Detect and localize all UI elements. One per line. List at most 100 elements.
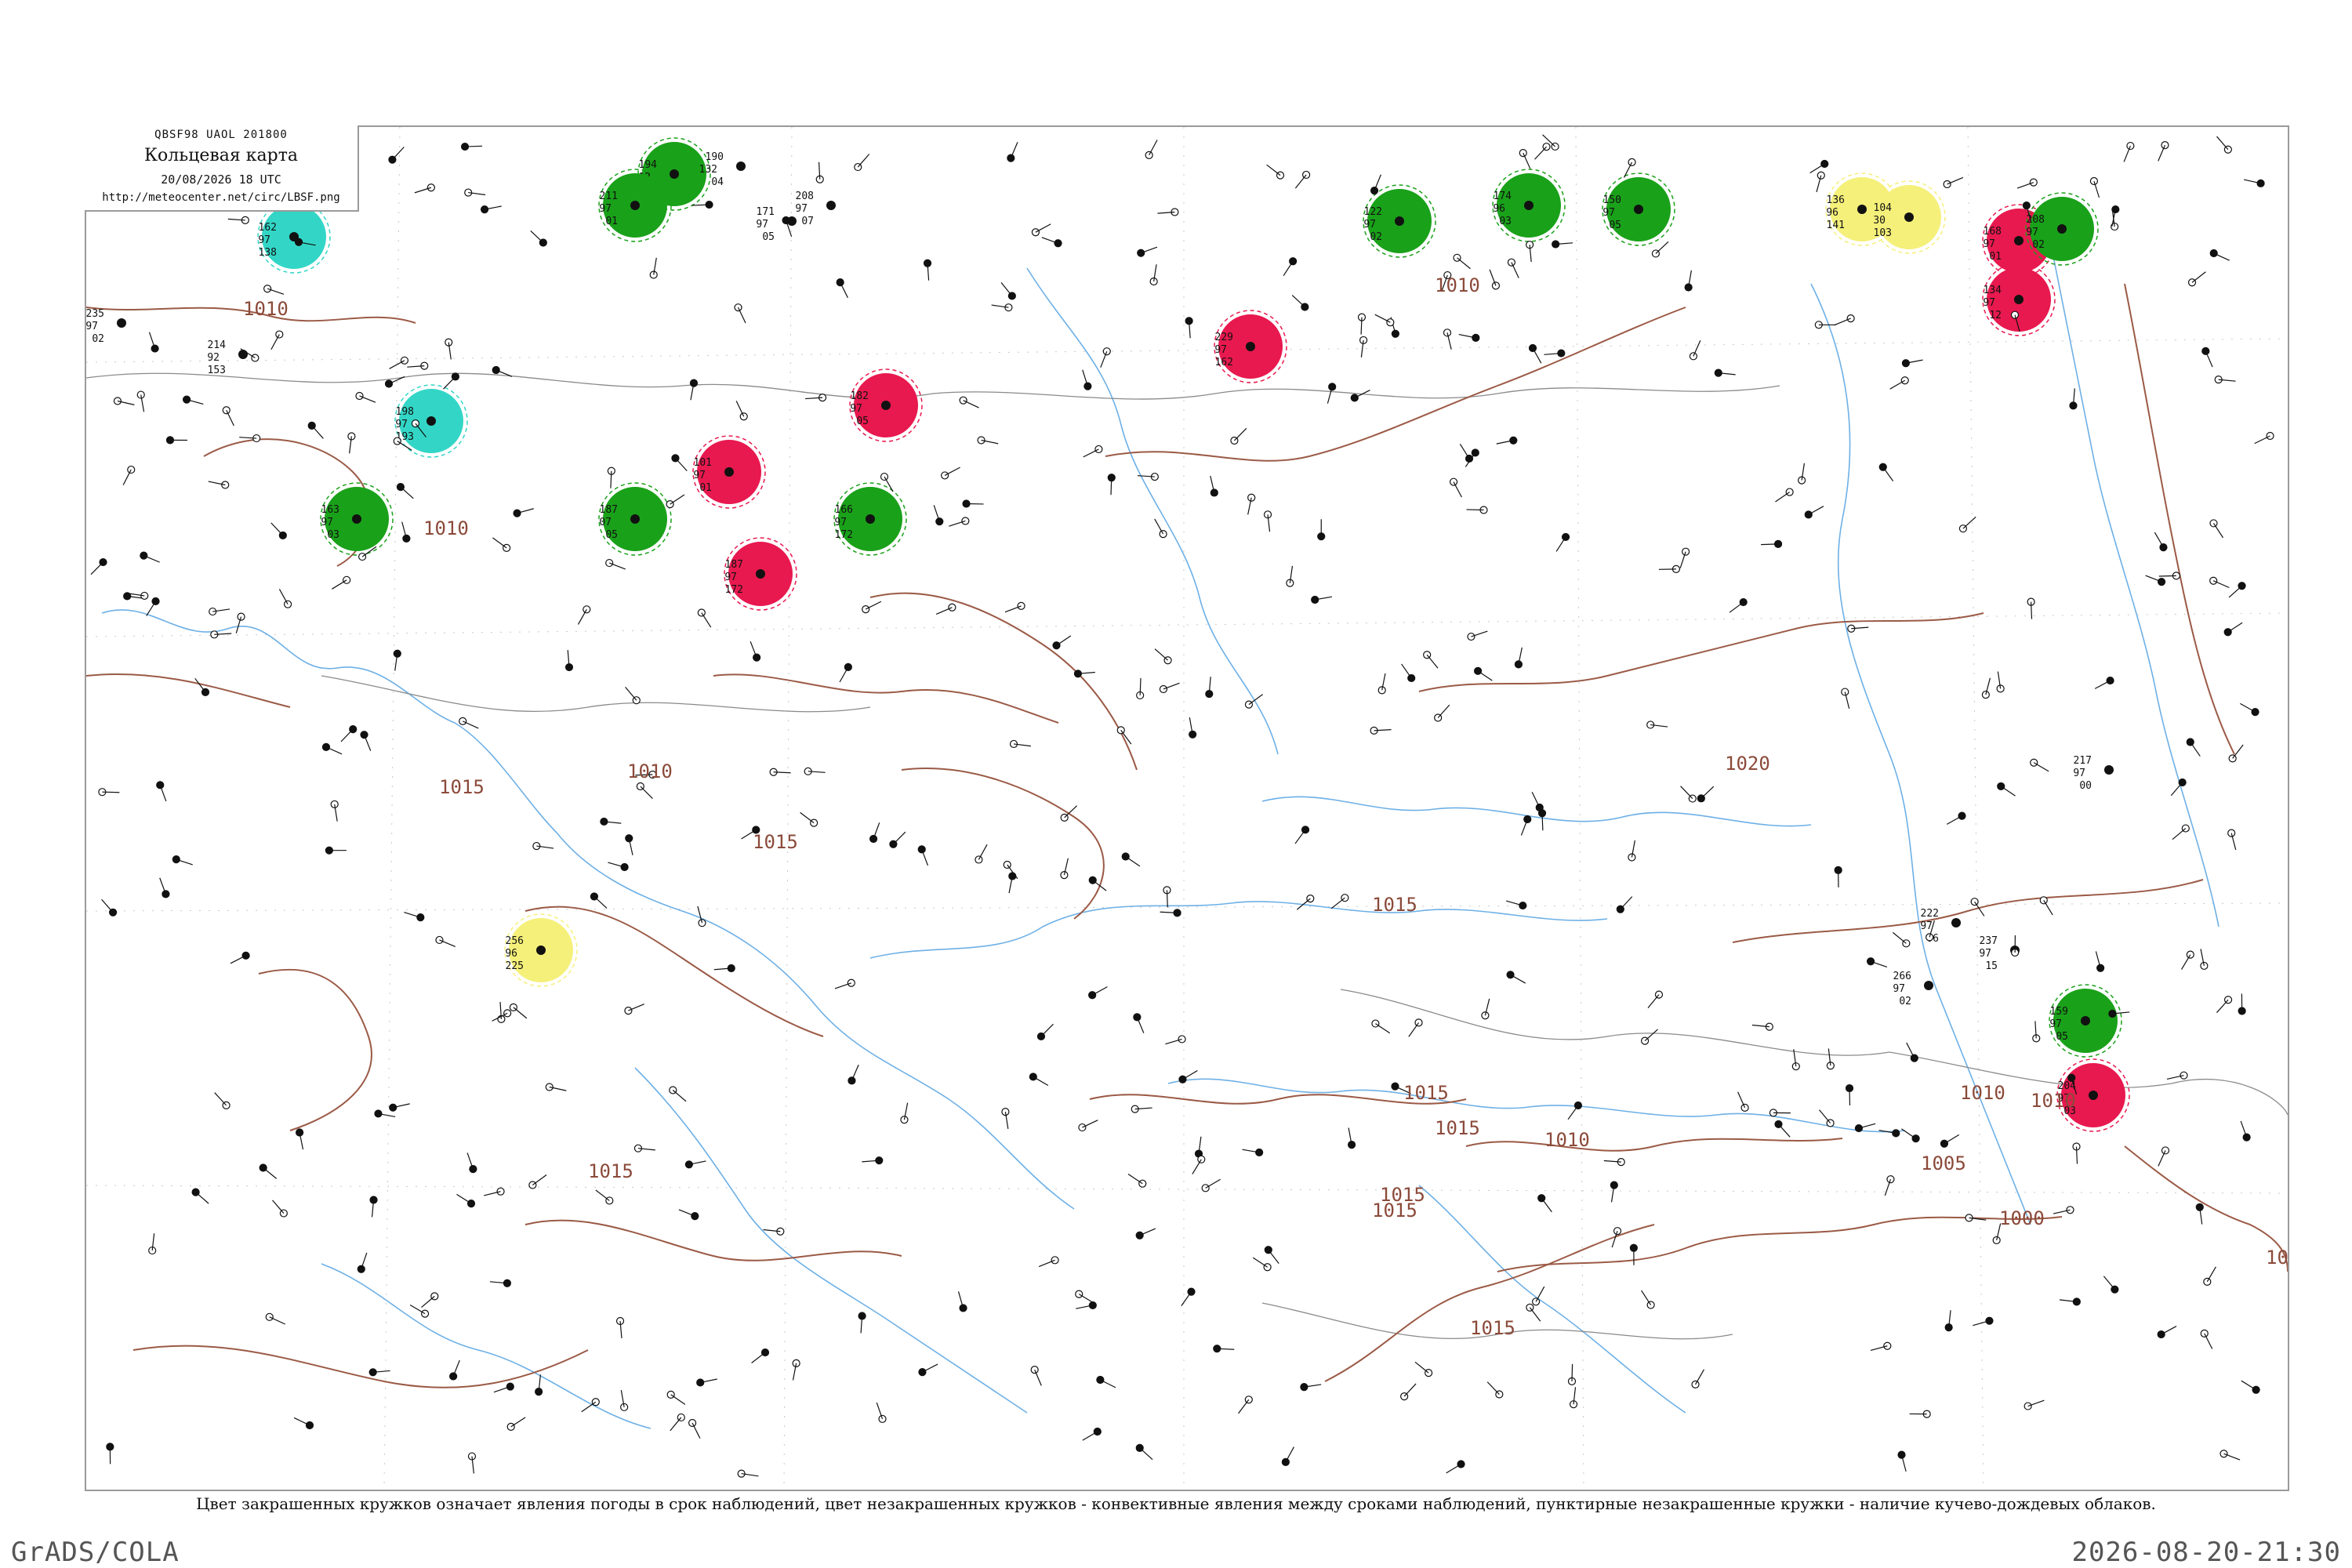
station-plot: 1870705 [598,482,672,556]
station-pressure: 97 [2073,768,2085,779]
station-marker [2032,1021,2041,1043]
station-temp: 122 [1364,206,1382,218]
station-marker [2094,676,2114,689]
station-marker [1154,518,1167,539]
station-marker [577,605,591,625]
station-marker [263,285,285,295]
station-marker [666,1390,686,1405]
station-marker [858,1312,866,1334]
station-marker [734,303,746,324]
station-marker [2069,388,2078,410]
station-marker [636,782,653,799]
station-marker [1414,1361,1433,1377]
station-pressure: 96 [1826,207,1838,219]
station-marker [889,831,906,848]
station-marker [459,717,479,729]
station-marker [272,1200,288,1218]
isobar-value-label: 1015 [588,1160,633,1182]
map-url[interactable]: http://meteocenter.net/circ/LBSF.png [85,191,358,204]
station-marker [862,601,882,614]
station-marker [1774,1120,1791,1138]
station-plot: 19013204 [699,151,746,188]
station-marker [340,725,358,742]
station-marker [1467,630,1488,641]
station-temp: 182 [851,390,869,402]
station-marker [210,630,232,639]
station-dot [536,946,546,955]
station-temp: 194 [639,159,658,171]
station-marker [869,822,880,844]
station-temp: 266 [1893,971,1911,982]
station-marker [1689,339,1701,361]
station-marker [1443,328,1452,350]
station-dot [630,201,640,210]
station-marker [1330,894,1349,909]
station-marker [1201,1178,1221,1192]
station-marker [235,612,245,633]
station-marker [1629,1243,1638,1265]
isobar-value-label: 1015 [1403,1082,1449,1104]
station-pressure: 97 [850,403,862,415]
station-marker [209,607,230,616]
station-marker [1973,1316,1994,1327]
station-pressure: 97 [258,234,270,246]
station-marker [564,650,574,672]
station-marker [2089,176,2100,198]
station-marker [1519,149,1531,169]
station-marker [1165,1035,1186,1045]
station-marker [1958,516,1976,533]
station-dew: 01 [699,482,712,494]
station-marker [1628,840,1636,862]
station-marker [1537,809,1547,831]
station-dew: 153 [208,365,226,376]
station-marker [1078,1120,1098,1132]
station-marker [528,1174,547,1189]
station-marker [620,1390,629,1411]
station-plot: 10430103 [1872,180,1946,254]
station-marker [1544,349,1566,358]
station-marker [2172,824,2190,840]
station-marker [136,390,145,412]
station-marker [2254,431,2274,445]
station-marker [815,162,824,183]
isobar-value-label: 1015 [1380,1184,1425,1206]
station-marker [389,1103,410,1112]
station-marker [625,834,633,855]
station-marker [1154,648,1172,665]
station-marker [1347,1127,1356,1149]
station-marker [1371,1019,1391,1034]
station-marker [1906,1042,1918,1062]
station-marker [735,401,748,421]
station-temp: 217 [2074,755,2092,767]
station-dot [238,350,248,359]
station-plot: 1599705 [2049,984,2122,1058]
station-marker [332,575,351,590]
station-marker [2200,1329,2213,1349]
station-marker [1116,726,1132,745]
station-marker [1616,896,1633,913]
station-marker [684,1160,706,1169]
station-marker [1000,281,1016,300]
isobar-value-label: 1015 [1435,1117,1480,1139]
station-marker [1889,376,1909,390]
station-plot: 21492153 [207,339,248,376]
station-marker [800,811,818,827]
station-marker [1127,1173,1147,1188]
station-marker [2154,532,2168,552]
station-marker [230,951,250,964]
map-canvas: 1941202211970119013204171970520897071629… [86,127,2288,1490]
map-title-box: QBSF98 UAOL 201800 Кольцевая карта 20/08… [85,125,359,212]
station-marker [1481,998,1490,1020]
station-marker [1809,159,1829,174]
station-plot: 2119701 [598,169,672,242]
station-marker [325,846,347,855]
station-marker [1400,1383,1417,1401]
station-marker [600,817,622,826]
station-marker [148,332,159,353]
station-marker [467,1452,477,1474]
station-marker [1835,314,1855,325]
station-marker [532,841,554,851]
station-pressure: 97 [2026,227,2038,238]
station-marker [848,1064,859,1085]
station-dot [1524,201,1534,210]
